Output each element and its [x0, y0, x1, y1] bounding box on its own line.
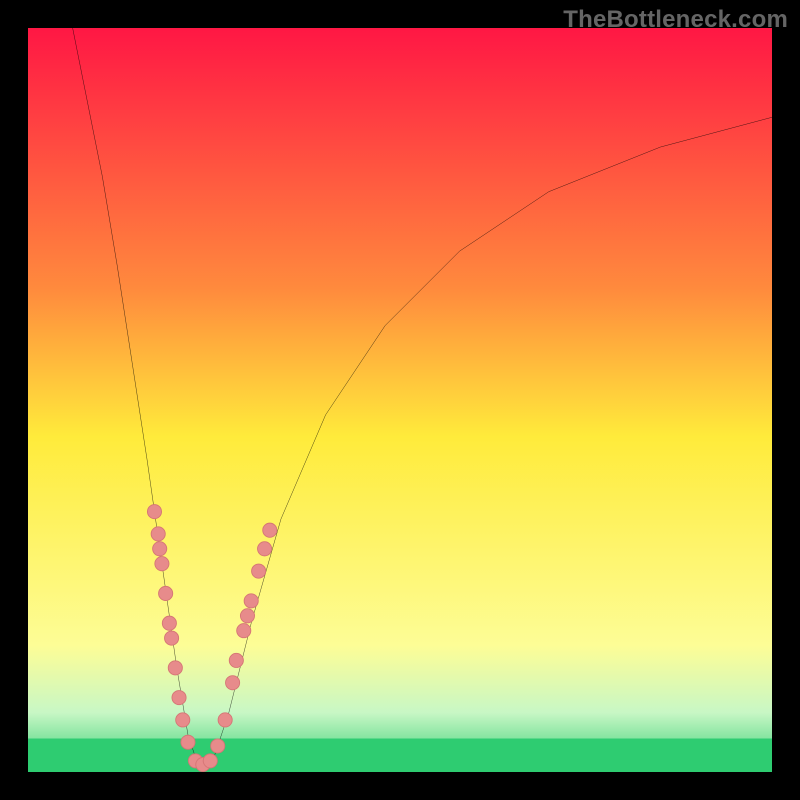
data-marker [258, 542, 272, 556]
data-marker [176, 713, 190, 727]
data-marker [162, 616, 176, 630]
data-marker [168, 661, 182, 675]
plot-background [28, 28, 772, 772]
data-marker [237, 624, 251, 638]
plot-svg [28, 28, 772, 772]
data-marker [151, 527, 165, 541]
data-marker [211, 739, 225, 753]
data-marker [263, 523, 277, 537]
data-marker [229, 653, 243, 667]
data-marker [203, 754, 217, 768]
data-marker [240, 609, 254, 623]
data-marker [181, 735, 195, 749]
green-band [28, 739, 772, 772]
data-marker [159, 586, 173, 600]
chart-container: { "watermark": "TheBottleneck.com", "col… [0, 0, 800, 800]
data-marker [218, 713, 232, 727]
data-marker [155, 557, 169, 571]
data-marker [172, 691, 186, 705]
data-marker [244, 594, 258, 608]
data-marker [153, 542, 167, 556]
data-marker [226, 676, 240, 690]
watermark-label: TheBottleneck.com [563, 6, 788, 34]
data-marker [165, 631, 179, 645]
data-marker [252, 564, 266, 578]
data-marker [147, 505, 161, 519]
